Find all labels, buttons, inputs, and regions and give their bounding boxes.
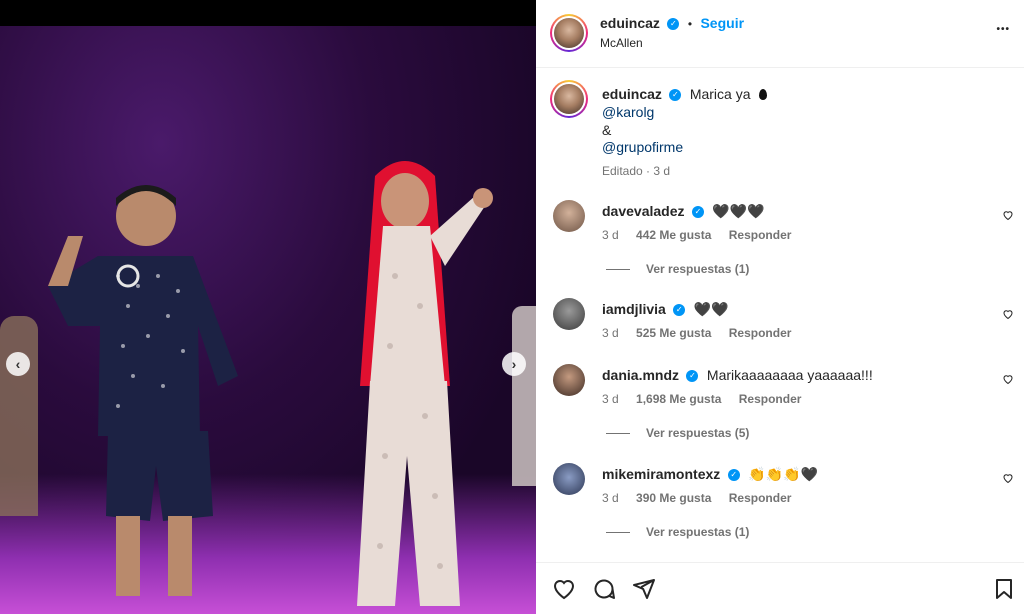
verified-badge-icon: ✓ bbox=[727, 468, 740, 481]
comment-text: 🖤🖤 bbox=[693, 301, 729, 317]
author-username[interactable]: eduincaz bbox=[600, 15, 660, 31]
performer-man-image bbox=[48, 185, 238, 596]
save-bookmark-icon[interactable] bbox=[992, 577, 1016, 601]
like-comment-heart-icon[interactable] bbox=[1002, 373, 1014, 385]
author-avatar[interactable] bbox=[550, 14, 588, 52]
post-details-panel: eduincaz ✓ • Seguir McAllen ••• eduincaz… bbox=[536, 0, 1024, 614]
comment-time: 3 d bbox=[602, 326, 619, 340]
side-figure-right bbox=[512, 306, 536, 486]
comment-avatar[interactable] bbox=[553, 364, 585, 396]
caption-edited-time: Editado · 3 d bbox=[602, 164, 671, 178]
like-comment-heart-icon[interactable] bbox=[1002, 209, 1014, 221]
comment-meta: 3 d 442 Me gusta Responder bbox=[602, 228, 805, 242]
comment-time: 3 d bbox=[602, 491, 619, 505]
caption-username[interactable]: eduincaz bbox=[602, 86, 662, 102]
reply-button[interactable]: Responder bbox=[729, 326, 792, 340]
view-replies-label: Ver respuestas (5) bbox=[646, 426, 750, 440]
verified-badge-icon: ✓ bbox=[669, 88, 682, 101]
mention-karolg[interactable]: @karolg bbox=[602, 104, 654, 120]
like-comment-heart-icon[interactable] bbox=[1002, 472, 1014, 484]
view-replies-button[interactable]: Ver respuestas (1) bbox=[606, 525, 749, 539]
mention-grupofirme[interactable]: @grupofirme bbox=[602, 139, 683, 155]
separator-dot: • bbox=[687, 17, 693, 31]
post-header: eduincaz ✓ • Seguir McAllen ••• bbox=[536, 0, 1024, 68]
view-replies-button[interactable]: Ver respuestas (1) bbox=[606, 262, 749, 276]
caption-text: Marica ya bbox=[689, 86, 751, 102]
follow-button[interactable]: Seguir bbox=[700, 15, 744, 31]
share-send-icon[interactable] bbox=[632, 577, 656, 601]
comment-likes[interactable]: 390 Me gusta bbox=[636, 491, 711, 505]
verified-badge-icon: ✓ bbox=[691, 205, 704, 218]
comment-likes[interactable]: 525 Me gusta bbox=[636, 326, 711, 340]
verified-badge-icon: ✓ bbox=[673, 303, 686, 316]
comment-text: Marikaaaaaaaa yaaaaaa!!! bbox=[706, 367, 873, 383]
comment-time: 3 d bbox=[602, 392, 619, 406]
reply-button[interactable]: Responder bbox=[729, 228, 792, 242]
performer-woman-image bbox=[357, 161, 493, 606]
side-figure-left bbox=[0, 316, 38, 516]
verified-badge-icon: ✓ bbox=[686, 369, 699, 382]
comment-text: 👏👏👏🖤 bbox=[748, 466, 818, 482]
verified-badge-icon: ✓ bbox=[667, 17, 680, 30]
view-replies-label: Ver respuestas (1) bbox=[646, 525, 750, 539]
comment-avatar[interactable] bbox=[553, 200, 585, 232]
comment-text: 🖤🖤🖤 bbox=[712, 203, 765, 219]
like-comment-heart-icon[interactable] bbox=[1002, 308, 1014, 320]
next-image-button[interactable]: › bbox=[502, 352, 526, 376]
post-action-bar bbox=[536, 562, 1024, 614]
comment-meta: 3 d 525 Me gusta Responder bbox=[602, 326, 805, 340]
comment-username[interactable]: iamdjlivia bbox=[602, 301, 666, 317]
reply-button[interactable]: Responder bbox=[739, 392, 802, 406]
replies-line bbox=[606, 532, 630, 534]
reply-button[interactable]: Responder bbox=[729, 491, 792, 505]
replies-line bbox=[606, 433, 630, 435]
comment-likes[interactable]: 442 Me gusta bbox=[636, 228, 711, 242]
more-options-icon[interactable]: ••• bbox=[996, 24, 1010, 35]
concert-stage-image bbox=[0, 26, 536, 614]
replies-line bbox=[606, 269, 630, 271]
view-replies-label: Ver respuestas (1) bbox=[646, 262, 750, 276]
prev-image-button[interactable]: ‹ bbox=[6, 352, 30, 376]
drop-emoji-icon bbox=[758, 89, 767, 101]
comment-username[interactable]: mikemiramontexz bbox=[602, 466, 720, 482]
post-location[interactable]: McAllen bbox=[600, 36, 643, 50]
view-replies-button[interactable]: Ver respuestas (5) bbox=[606, 426, 749, 440]
like-heart-icon[interactable] bbox=[552, 577, 576, 601]
comment-avatar[interactable] bbox=[553, 463, 585, 495]
comment-avatar[interactable] bbox=[553, 298, 585, 330]
comment-time: 3 d bbox=[602, 228, 619, 242]
caption-ampersand: & bbox=[602, 122, 612, 138]
comment-username[interactable]: davevaladez bbox=[602, 203, 685, 219]
comment-meta: 3 d 390 Me gusta Responder bbox=[602, 491, 805, 505]
comment-bubble-icon[interactable] bbox=[592, 577, 616, 601]
caption-author-avatar[interactable] bbox=[550, 80, 588, 118]
post-photo[interactable]: ‹ › bbox=[0, 0, 536, 614]
comment-likes[interactable]: 1,698 Me gusta bbox=[636, 392, 721, 406]
comment-username[interactable]: dania.mndz bbox=[602, 367, 679, 383]
comment-meta: 3 d 1,698 Me gusta Responder bbox=[602, 392, 815, 406]
